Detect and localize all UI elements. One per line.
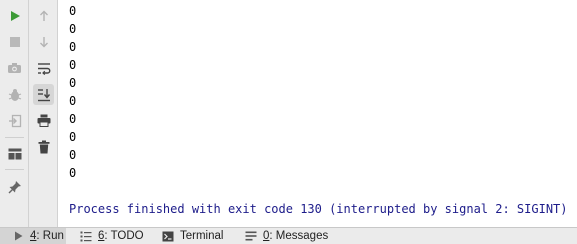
tab-terminal[interactable]: Terminal — [161, 228, 223, 244]
stop-icon — [9, 36, 20, 47]
tab-todo-label: : TODO — [104, 230, 144, 242]
exit-button[interactable] — [4, 110, 25, 131]
pin-icon — [8, 180, 21, 193]
debug-icon — [8, 88, 21, 101]
run-icon — [10, 10, 20, 21]
next-occurrence-button[interactable] — [33, 31, 54, 52]
soft-wrap-button[interactable] — [33, 58, 54, 79]
print-icon — [37, 114, 50, 127]
previous-occurrence-button[interactable] — [33, 5, 54, 26]
camera-icon — [8, 62, 21, 73]
dump-threads-button[interactable] — [4, 57, 25, 78]
console-line: 0 — [69, 130, 77, 144]
tab-todo[interactable]: 6: TODO — [79, 228, 144, 244]
todo-list-icon — [79, 229, 93, 243]
exit-icon — [8, 114, 21, 127]
layout-icon — [8, 148, 21, 159]
toolbar-separator — [5, 169, 24, 170]
console-line: 0 — [69, 4, 77, 18]
console-lines: 0 0 0 0 0 0 0 0 0 0 — [69, 2, 76, 182]
debug-button[interactable] — [4, 84, 25, 105]
run-tab-icon — [11, 229, 25, 243]
tab-run[interactable]: 4: Run — [0, 228, 66, 244]
tool-window-bar: 4: Run 6: TODO Terminal 0: Messages — [0, 227, 577, 244]
tab-messages[interactable]: 0: Messages — [244, 228, 328, 244]
console-line: 0 — [69, 148, 77, 162]
rerun-button[interactable] — [4, 5, 25, 26]
console-line: 0 — [69, 166, 77, 180]
console-line: 0 — [69, 58, 77, 72]
messages-icon — [244, 229, 258, 243]
run-tool-window: 0 0 0 0 0 0 0 0 0 0 Process finished wit… — [0, 0, 577, 227]
console-line: 0 — [69, 76, 77, 90]
clear-all-button[interactable] — [33, 136, 54, 157]
print-button[interactable] — [33, 110, 54, 131]
console-line: 0 — [69, 22, 77, 36]
process-exit-message: Process finished with exit code 130 (int… — [69, 202, 568, 216]
soft-wrap-icon — [37, 63, 50, 75]
tab-terminal-label: Terminal — [180, 230, 224, 242]
scroll-to-end-button[interactable] — [33, 84, 54, 105]
tab-run-label: : Run — [36, 230, 64, 242]
run-toolbar-left — [0, 0, 29, 227]
console-line: 0 — [69, 112, 77, 126]
arrow-up-icon — [39, 10, 48, 21]
restore-layout-button[interactable] — [4, 143, 25, 164]
console-output[interactable]: 0 0 0 0 0 0 0 0 0 0 Process finished wit… — [59, 0, 577, 227]
arrow-down-icon — [39, 36, 48, 47]
stop-button[interactable] — [4, 31, 25, 52]
pin-tab-button[interactable] — [4, 176, 25, 197]
scroll-to-end-icon — [37, 88, 50, 101]
terminal-icon — [161, 229, 175, 243]
console-line: 0 — [69, 40, 77, 54]
trash-icon — [38, 140, 49, 153]
run-toolbar-right — [29, 0, 58, 227]
toolbar-separator — [5, 137, 24, 138]
tab-messages-label: : Messages — [269, 230, 329, 242]
console-line: 0 — [69, 94, 77, 108]
